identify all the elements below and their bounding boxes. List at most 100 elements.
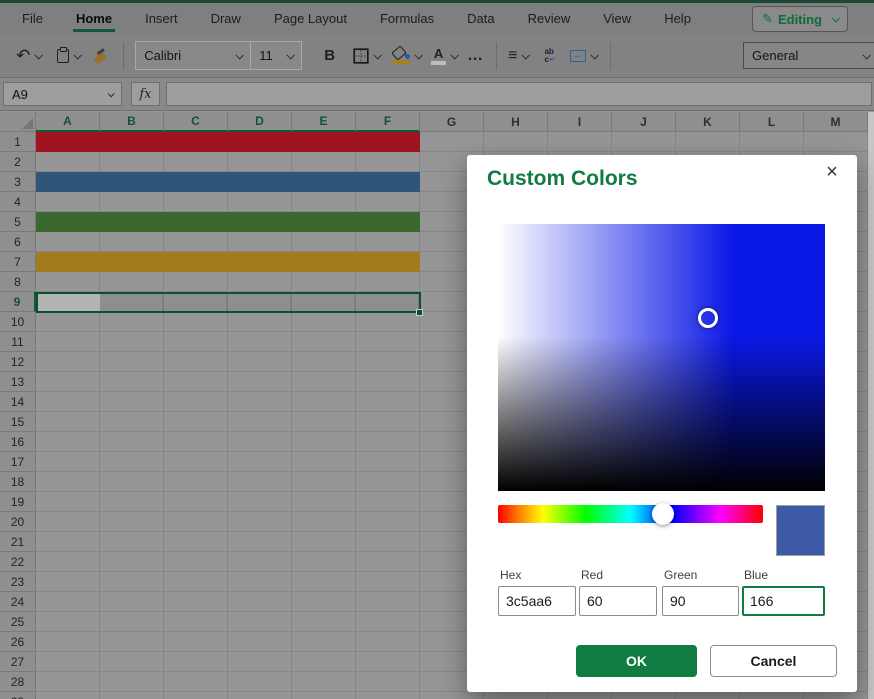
vertical-scrollbar[interactable] bbox=[868, 112, 874, 699]
row-header-11[interactable]: 11 bbox=[0, 332, 36, 352]
bold-button[interactable]: B bbox=[324, 47, 335, 64]
row-header-15[interactable]: 15 bbox=[0, 412, 36, 432]
menu-tabs: File Home Insert Draw Page Layout Formulas Dat… bbox=[22, 3, 724, 34]
row-header-14[interactable]: 14 bbox=[0, 392, 36, 412]
toolbar-divider bbox=[496, 42, 497, 70]
editing-mode-button[interactable]: ✎ Editing bbox=[752, 6, 848, 32]
row-header-5[interactable]: 5 bbox=[0, 212, 36, 232]
ribbon-toolbar: ↶ Calibri 11 B bbox=[0, 34, 874, 78]
row-header-12[interactable]: 12 bbox=[0, 352, 36, 372]
row-header-29[interactable]: 29 bbox=[0, 692, 36, 699]
row-header-8[interactable]: 8 bbox=[0, 272, 36, 292]
insert-function-button[interactable]: fx bbox=[131, 82, 160, 106]
font-color-select[interactable]: A bbox=[431, 47, 457, 65]
row-header-20[interactable]: 20 bbox=[0, 512, 36, 532]
row-header-1[interactable]: 1 bbox=[0, 132, 36, 152]
number-format-select[interactable]: General bbox=[743, 42, 874, 69]
close-icon[interactable]: × bbox=[819, 159, 845, 185]
bold-icon: B bbox=[324, 47, 335, 64]
paste-button[interactable] bbox=[57, 49, 80, 63]
merge-cells-select[interactable]: ↔ bbox=[570, 50, 597, 62]
alignment-select[interactable]: ≡ bbox=[508, 48, 528, 64]
tab-review[interactable]: Review bbox=[528, 3, 571, 34]
fill-color-select[interactable] bbox=[392, 47, 421, 64]
filled-cells-row-1[interactable] bbox=[36, 132, 420, 152]
column-header-d[interactable]: D bbox=[228, 112, 292, 132]
format-painter-button[interactable] bbox=[94, 49, 108, 63]
cancel-button[interactable]: Cancel bbox=[710, 645, 837, 677]
row-header-2[interactable]: 2 bbox=[0, 152, 36, 172]
column-header-m[interactable]: M bbox=[804, 112, 868, 132]
tab-view[interactable]: View bbox=[603, 3, 631, 34]
tab-help[interactable]: Help bbox=[664, 3, 691, 34]
row-header-19[interactable]: 19 bbox=[0, 492, 36, 512]
column-header-i[interactable]: I bbox=[548, 112, 612, 132]
row-header-21[interactable]: 21 bbox=[0, 532, 36, 552]
hue-slider-thumb[interactable] bbox=[652, 503, 674, 525]
row-header-17[interactable]: 17 bbox=[0, 452, 36, 472]
cell-reference: A9 bbox=[12, 87, 28, 102]
select-all-corner[interactable] bbox=[0, 112, 36, 132]
filled-cells-row-3[interactable] bbox=[36, 172, 420, 192]
color-preview bbox=[776, 505, 825, 556]
row-header-24[interactable]: 24 bbox=[0, 592, 36, 612]
row-header-3[interactable]: 3 bbox=[0, 172, 36, 192]
active-cell-a9[interactable] bbox=[36, 292, 100, 312]
tab-data[interactable]: Data bbox=[467, 3, 494, 34]
toolbar-divider bbox=[610, 42, 611, 70]
chevron-down-icon bbox=[108, 90, 115, 97]
color-picker-ring[interactable] bbox=[698, 308, 718, 328]
saturation-value-gradient[interactable] bbox=[498, 224, 825, 491]
row-header-4[interactable]: 4 bbox=[0, 192, 36, 212]
column-header-c[interactable]: C bbox=[164, 112, 228, 132]
row-header-28[interactable]: 28 bbox=[0, 672, 36, 692]
undo-button[interactable]: ↶ bbox=[16, 47, 41, 64]
row-header-22[interactable]: 22 bbox=[0, 552, 36, 572]
column-header-k[interactable]: K bbox=[676, 112, 740, 132]
row-header-23[interactable]: 23 bbox=[0, 572, 36, 592]
selected-range-b9-f9[interactable] bbox=[100, 292, 420, 312]
tab-page-layout[interactable]: Page Layout bbox=[274, 3, 347, 34]
column-header-j[interactable]: J bbox=[612, 112, 676, 132]
row-header-18[interactable]: 18 bbox=[0, 472, 36, 492]
row-header-6[interactable]: 6 bbox=[0, 232, 36, 252]
chevron-down-icon bbox=[74, 51, 82, 59]
red-input[interactable] bbox=[579, 586, 657, 616]
tab-draw[interactable]: Draw bbox=[211, 3, 241, 34]
tab-home[interactable]: Home bbox=[76, 3, 112, 34]
selection-fill-handle[interactable] bbox=[416, 309, 423, 316]
column-header-g[interactable]: G bbox=[420, 112, 484, 132]
row-header-26[interactable]: 26 bbox=[0, 632, 36, 652]
tab-formulas[interactable]: Formulas bbox=[380, 3, 434, 34]
row-header-16[interactable]: 16 bbox=[0, 432, 36, 452]
green-input[interactable] bbox=[662, 586, 739, 616]
font-size-select[interactable]: 11 bbox=[251, 41, 302, 70]
row-header-27[interactable]: 27 bbox=[0, 652, 36, 672]
editing-mode-label: Editing bbox=[778, 12, 822, 27]
tab-file[interactable]: File bbox=[22, 3, 43, 34]
hue-slider[interactable] bbox=[498, 505, 763, 523]
name-box[interactable]: A9 bbox=[3, 82, 122, 106]
ok-button[interactable]: OK bbox=[576, 645, 697, 677]
row-header-13[interactable]: 13 bbox=[0, 372, 36, 392]
row-header-10[interactable]: 10 bbox=[0, 312, 36, 332]
column-header-a[interactable]: A bbox=[36, 112, 100, 132]
column-header-e[interactable]: E bbox=[292, 112, 356, 132]
row-header-25[interactable]: 25 bbox=[0, 612, 36, 632]
wrap-text-button[interactable]: ab c↵ bbox=[544, 48, 555, 64]
hex-input[interactable] bbox=[498, 586, 576, 616]
column-header-f[interactable]: F bbox=[356, 112, 420, 132]
filled-cells-row-5[interactable] bbox=[36, 212, 420, 232]
column-header-l[interactable]: L bbox=[740, 112, 804, 132]
font-name-select[interactable]: Calibri bbox=[135, 41, 251, 70]
row-header-9[interactable]: 9 bbox=[0, 292, 36, 312]
row-header-7[interactable]: 7 bbox=[0, 252, 36, 272]
formula-input[interactable] bbox=[166, 82, 872, 106]
filled-cells-row-7[interactable] bbox=[36, 252, 420, 272]
more-options-button[interactable]: … bbox=[467, 47, 483, 65]
column-header-h[interactable]: H bbox=[484, 112, 548, 132]
blue-input[interactable] bbox=[742, 586, 825, 616]
column-header-b[interactable]: B bbox=[100, 112, 164, 132]
borders-select[interactable] bbox=[353, 48, 380, 64]
tab-insert[interactable]: Insert bbox=[145, 3, 178, 34]
